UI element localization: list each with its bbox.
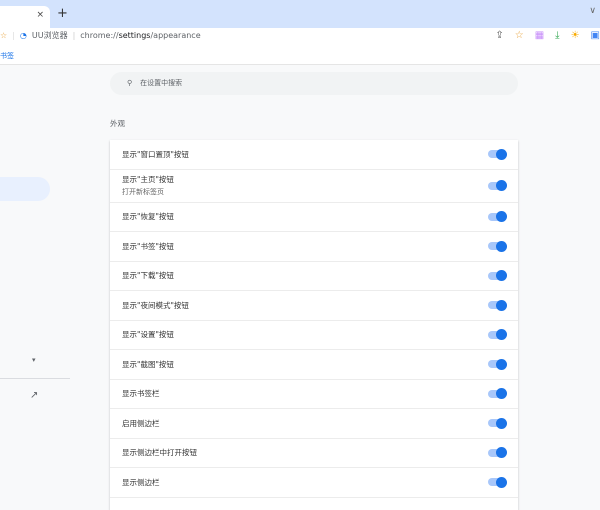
setting-toggle[interactable] — [488, 270, 507, 282]
setting-label: 显示"书签"按钮 — [122, 241, 174, 251]
share-icon[interactable]: ⇪ — [495, 30, 503, 41]
setting-toggle[interactable] — [488, 476, 507, 488]
setting-row: 显示"窗口置顶"按钮 — [110, 140, 518, 170]
setting-toggle[interactable] — [488, 388, 507, 400]
setting-sublabel: 打开新标签页 — [122, 188, 164, 196]
setting-row: 显示"书签"按钮 — [110, 232, 518, 262]
setting-row: 显示"主页"按钮 打开新标签页 — [110, 170, 518, 203]
section-title: 外观 — [110, 119, 125, 128]
search-icon: ⚲ — [127, 79, 133, 87]
sidebar-item-appearance[interactable] — [0, 177, 50, 201]
setting-toggle[interactable] — [488, 447, 507, 459]
setting-toggle[interactable] — [488, 148, 507, 160]
setting-label: 显示"主页"按钮 — [122, 175, 174, 184]
external-link-icon[interactable]: ↗ — [30, 390, 38, 401]
setting-label: 显示"下载"按钮 — [122, 271, 174, 281]
bookmark-bar: 书签 — [0, 46, 600, 65]
bookmark-star-icon[interactable]: ☆ — [0, 31, 7, 40]
url-text[interactable]: chrome://settings/appearance — [80, 31, 200, 40]
bookmark-item[interactable]: 书签 — [0, 52, 14, 60]
browser-logo-icon: ◔ — [19, 31, 27, 40]
setting-toggle[interactable] — [488, 299, 507, 311]
setting-row: 显示书签栏 — [110, 380, 518, 409]
setting-label: 启用侧边栏 — [122, 418, 160, 428]
tab-settings[interactable]: × — [0, 6, 50, 28]
setting-toggle[interactable] — [488, 211, 507, 223]
setting-toggle[interactable] — [488, 180, 507, 191]
setting-row: 显示"夜间模式"按钮 — [110, 291, 518, 321]
setting-row: 显示"恢复"按钮 — [110, 203, 518, 232]
setting-label: 显示侧边栏中打开按钮 — [122, 448, 197, 458]
setting-row: 显示"截图"按钮 — [110, 350, 518, 380]
setting-toggle[interactable] — [488, 240, 507, 252]
setting-row: 显示"设置"按钮 — [110, 321, 518, 350]
chevron-down-icon[interactable]: ▾ — [32, 356, 36, 364]
setting-toggle[interactable] — [488, 329, 507, 341]
setting-row: 显示侧边栏 — [110, 468, 518, 498]
setting-row: 显示侧边栏中打开按钮 — [110, 439, 518, 468]
sidebar-divider — [0, 378, 70, 379]
new-tab-button[interactable]: + — [57, 6, 68, 21]
sun-icon[interactable]: ☀ — [571, 30, 580, 41]
tab-strip: × + ∨ — [0, 0, 600, 28]
extension-icon[interactable]: ▣ — [591, 30, 600, 41]
setting-label: 显示"截图"按钮 — [122, 359, 174, 369]
setting-label: 显示"设置"按钮 — [122, 330, 174, 340]
setting-label: 显示"恢复"按钮 — [122, 212, 174, 222]
settings-search-input[interactable]: ⚲ 在设置中搜索 — [110, 72, 518, 95]
tab-search-chevron-icon[interactable]: ∨ — [589, 6, 596, 16]
address-bar[interactable]: ☆ | ◔ UU浏览器 | chrome://settings/appearan… — [0, 30, 201, 41]
setting-label: 显示书签栏 — [122, 389, 160, 399]
site-name: UU浏览器 — [31, 31, 68, 40]
setting-row: 显示"下载"按钮 — [110, 262, 518, 291]
appearance-card: 显示"窗口置顶"按钮 显示"主页"按钮 打开新标签页 显示"恢复"按钮 显示"书签"按钮… — [110, 140, 518, 510]
toolbar: ☆ | ◔ UU浏览器 | chrome://settings/appearan… — [0, 28, 600, 46]
setting-toggle[interactable] — [488, 417, 507, 429]
close-tab-icon[interactable]: × — [36, 10, 44, 20]
setting-label: 显示"窗口置顶"按钮 — [122, 149, 189, 159]
setting-label: 显示"夜间模式"按钮 — [122, 300, 189, 310]
setting-row: 启用侧边栏 — [110, 409, 518, 439]
favorite-star-icon[interactable]: ☆ — [515, 30, 524, 41]
download-icon[interactable]: ⤓ — [555, 30, 559, 41]
apps-grid-icon[interactable]: ▦ — [535, 30, 544, 41]
setting-toggle[interactable] — [488, 358, 507, 370]
setting-label: 显示侧边栏 — [122, 477, 160, 487]
